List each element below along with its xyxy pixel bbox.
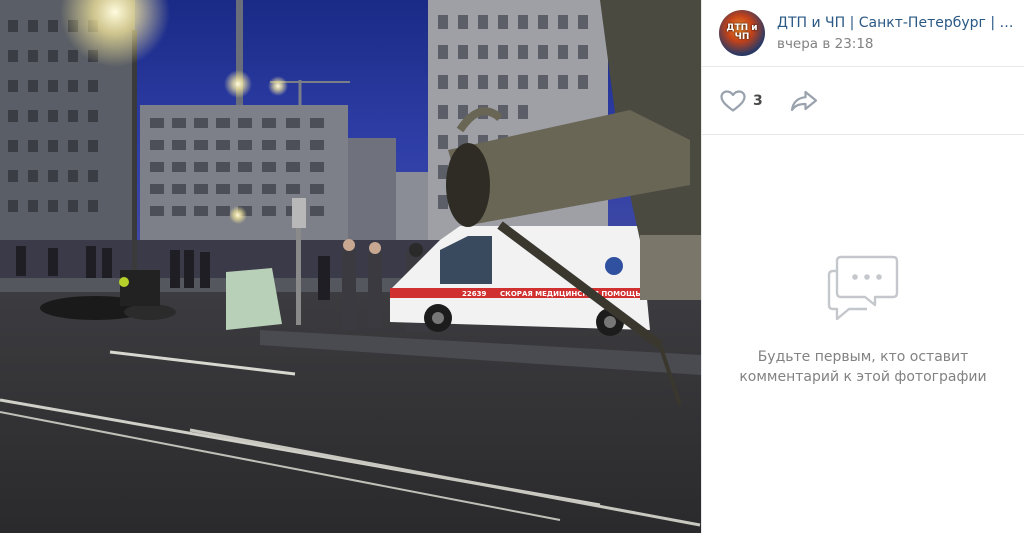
ambulance-label: СКОРАЯ МЕДИЦИНСКАЯ ПОМОЩЬ — [500, 290, 641, 298]
empty-comments-line2: комментарий к этой фотографии — [739, 369, 987, 385]
post-header-info: ДТП и ЧП | Санкт-Петербург | Питер вчера… — [777, 15, 1024, 52]
like-button[interactable]: 3 — [720, 89, 763, 112]
avatar-logo-text: ДТП и ЧП — [726, 23, 758, 42]
ambulance-number: 22639 — [462, 290, 486, 298]
heart-icon — [720, 89, 746, 112]
share-button[interactable] — [790, 90, 818, 112]
like-count: 3 — [753, 92, 763, 109]
comments-bubble-icon — [827, 255, 899, 321]
accident-scene-photo: СКОРАЯ МЕДИЦИНСКАЯ ПОМОЩЬ 22639 — [0, 0, 701, 533]
post-header: ДТП и ЧП ДТП и ЧП | Санкт-Петербург | Пи… — [702, 0, 1024, 67]
empty-comments: Будьте первым, кто оставит комментарий к… — [702, 255, 1024, 387]
empty-comments-text: Будьте первым, кто оставит комментарий к… — [702, 347, 1024, 387]
photo-viewer: СКОРАЯ МЕДИЦИНСКАЯ ПОМОЩЬ 22639 ДТП и ЧП… — [0, 0, 1024, 533]
group-name-link[interactable]: ДТП и ЧП | Санкт-Петербург | Питер — [777, 15, 1024, 31]
post-actions: 3 — [702, 67, 1024, 135]
share-arrow-icon — [790, 90, 817, 111]
group-avatar[interactable]: ДТП и ЧП — [719, 10, 765, 56]
post-side-panel: ДТП и ЧП ДТП и ЧП | Санкт-Петербург | Пи… — [701, 0, 1024, 533]
post-photo[interactable]: СКОРАЯ МЕДИЦИНСКАЯ ПОМОЩЬ 22639 — [0, 0, 701, 533]
empty-comments-line1: Будьте первым, кто оставит — [757, 349, 969, 365]
post-date-link[interactable]: вчера в 23:18 — [777, 36, 1024, 52]
